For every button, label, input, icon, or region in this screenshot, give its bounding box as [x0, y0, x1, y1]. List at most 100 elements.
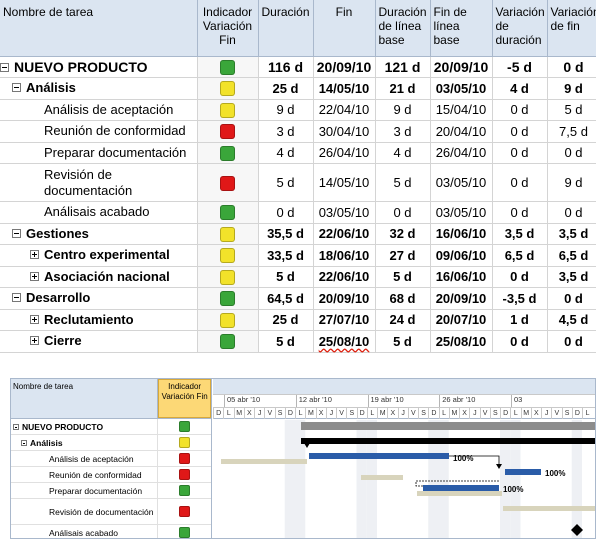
gantt-sheet-row[interactable]: Preparar documentación [11, 483, 211, 499]
task-name-cell[interactable]: Gestiones [0, 223, 198, 245]
duration-cell[interactable]: 33,5 d [258, 244, 314, 267]
duration-variance-cell[interactable]: -5 d [492, 56, 548, 78]
collapse-icon[interactable] [0, 62, 9, 72]
finish-cell[interactable]: 20/09/10 [313, 56, 376, 78]
table-row[interactable]: Análisais acabado 0 d 03/05/10 0 d 03/05/10 0… [0, 201, 596, 224]
duration-variance-cell[interactable]: 1 d [492, 309, 548, 331]
duration-cell[interactable]: 5 d [258, 163, 314, 202]
duration-cell[interactable]: 9 d [258, 99, 314, 121]
task-name-cell[interactable]: Análisais acabado [0, 201, 198, 224]
baseline-duration-cell[interactable]: 9 d [375, 99, 431, 121]
baseline-finish-cell[interactable]: 16/06/10 [430, 223, 493, 245]
collapse-icon[interactable] [12, 293, 21, 303]
baseline-finish-cell[interactable]: 25/08/10 [430, 330, 493, 353]
baseline-duration-cell[interactable]: 4 d [375, 142, 431, 164]
finish-cell[interactable]: 14/05/10 [313, 163, 376, 202]
gantt-sheet-row[interactable]: Revisión de documentación [11, 499, 211, 525]
baseline-finish-cell[interactable]: 16/06/10 [430, 266, 493, 288]
gantt-chart-area[interactable]: 05 abr '10 12 abr '10 19 abr '10 26 abr '10… [213, 379, 595, 538]
col-header-baseline-finish[interactable]: Fin de línea base [430, 0, 493, 57]
table-row[interactable]: Análisis 25 d 14/05/10 21 d 03/05/10 4 d9 d [0, 77, 596, 100]
finish-variance-cell[interactable]: 7,5 d [547, 120, 596, 143]
baseline-finish-cell[interactable]: 26/04/10 [430, 142, 493, 164]
finish-cell[interactable]: 25/08/10 [313, 330, 376, 353]
finish-cell[interactable]: 27/07/10 [313, 309, 376, 331]
table-row[interactable]: Gestiones 35,5 d 22/06/10 32 d 16/06/10 3,5 d… [0, 223, 596, 245]
duration-variance-cell[interactable]: 0 d [492, 99, 548, 121]
gantt-sheet-row[interactable]: Análisis [11, 435, 211, 451]
duration-variance-cell[interactable]: 0 d [492, 142, 548, 164]
finish-variance-cell[interactable]: 4,5 d [547, 309, 596, 331]
duration-cell[interactable]: 5 d [258, 330, 314, 353]
expand-icon[interactable] [30, 250, 39, 260]
table-row[interactable]: Desarrollo 64,5 d 20/09/10 68 d 20/09/10 -3,5… [0, 287, 596, 310]
finish-cell[interactable]: 22/06/10 [313, 223, 376, 245]
baseline-duration-cell[interactable]: 27 d [375, 244, 431, 267]
baseline-duration-cell[interactable]: 24 d [375, 309, 431, 331]
gantt-sheet-row[interactable]: Reunión de conformidad [11, 467, 211, 483]
task-name-cell[interactable]: Desarrollo [0, 287, 198, 310]
gantt-task-name-cell[interactable]: Análisis [11, 435, 159, 450]
col-header-finish[interactable]: Fin [313, 0, 376, 57]
finish-variance-cell[interactable]: 6,5 d [547, 244, 596, 267]
gantt-col-header-task-name[interactable]: Nombre de tarea [11, 379, 159, 418]
collapse-icon[interactable] [12, 228, 21, 238]
baseline-finish-cell[interactable]: 03/05/10 [430, 77, 493, 100]
baseline-duration-cell[interactable]: 121 d [375, 56, 431, 78]
finish-cell[interactable]: 22/06/10 [313, 266, 376, 288]
duration-variance-cell[interactable]: 4 d [492, 77, 548, 100]
finish-variance-cell[interactable]: 5 d [547, 99, 596, 121]
table-row[interactable]: Cierre 5 d 25/08/10 5 d 25/08/10 0 d0 d [0, 330, 596, 353]
table-row[interactable]: Análisis de aceptación 9 d 22/04/10 9 d 15/0… [0, 99, 596, 121]
task-name-cell[interactable]: Centro experimental [0, 244, 198, 267]
duration-variance-cell[interactable]: 0 d [492, 266, 548, 288]
gantt-task-name-cell[interactable]: Análisais acabado [11, 525, 159, 538]
duration-variance-cell[interactable]: 3,5 d [492, 223, 548, 245]
table-row[interactable]: Preparar documentación 4 d 26/04/10 4 d 26/0… [0, 142, 596, 164]
baseline-duration-cell[interactable]: 68 d [375, 287, 431, 310]
col-header-finish-variance[interactable]: Variación de fin [547, 0, 596, 57]
task-name-cell[interactable]: Cierre [0, 330, 198, 353]
col-header-task-name[interactable]: Nombre de tarea [0, 0, 198, 57]
task-name-cell[interactable]: Reclutamiento [0, 309, 198, 331]
task-name-cell[interactable]: Revisión de documentación [0, 163, 198, 202]
duration-variance-cell[interactable]: -3,5 d [492, 287, 548, 310]
duration-variance-cell[interactable]: 0 d [492, 330, 548, 353]
baseline-finish-cell[interactable]: 20/09/10 [430, 56, 493, 78]
collapse-icon[interactable] [12, 83, 21, 93]
expand-icon[interactable] [30, 271, 39, 281]
col-header-indicator[interactable]: Indicador Variación Fin [197, 0, 259, 57]
table-row[interactable]: Asociación nacional 5 d 22/06/10 5 d 16/06/1… [0, 266, 596, 288]
duration-cell[interactable]: 3 d [258, 120, 314, 143]
gantt-task-name-cell[interactable]: Análisis de aceptación [11, 451, 159, 466]
col-header-duration[interactable]: Duración [258, 0, 314, 57]
col-header-baseline-duration[interactable]: Duración de línea base [375, 0, 431, 57]
duration-cell[interactable]: 35,5 d [258, 223, 314, 245]
finish-variance-cell[interactable]: 3,5 d [547, 266, 596, 288]
task-name-cell[interactable]: Preparar documentación [0, 142, 198, 164]
finish-variance-cell[interactable]: 9 d [547, 163, 596, 202]
task-name-cell[interactable]: Reunión de conformidad [0, 120, 198, 143]
baseline-finish-cell[interactable]: 03/05/10 [430, 163, 493, 202]
duration-cell[interactable]: 25 d [258, 309, 314, 331]
gantt-task-name-cell[interactable]: Reunión de conformidad [11, 467, 159, 482]
duration-cell[interactable]: 64,5 d [258, 287, 314, 310]
baseline-duration-cell[interactable]: 5 d [375, 266, 431, 288]
collapse-icon[interactable] [21, 439, 27, 446]
gantt-task-name-cell[interactable]: NUEVO PRODUCTO [11, 419, 159, 434]
baseline-duration-cell[interactable]: 0 d [375, 201, 431, 224]
duration-variance-cell[interactable]: 0 d [492, 120, 548, 143]
gantt-col-header-indicator[interactable]: Indicador Variación Fin [158, 379, 211, 418]
finish-variance-cell[interactable]: 0 d [547, 142, 596, 164]
finish-cell[interactable]: 18/06/10 [313, 244, 376, 267]
table-row[interactable]: Revisión de documentación 5 d 14/05/10 5 d0… [0, 163, 596, 202]
baseline-finish-cell[interactable]: 20/09/10 [430, 287, 493, 310]
gantt-sheet-row[interactable]: NUEVO PRODUCTO [11, 419, 211, 435]
baseline-duration-cell[interactable]: 5 d [375, 163, 431, 202]
finish-cell[interactable]: 26/04/10 [313, 142, 376, 164]
table-row[interactable]: Centro experimental 33,5 d 18/06/10 27 d 09/… [0, 244, 596, 267]
baseline-duration-cell[interactable]: 32 d [375, 223, 431, 245]
table-row[interactable]: NUEVO PRODUCTO 116 d 20/09/10 121 d 20/09/10… [0, 56, 596, 78]
duration-cell[interactable]: 116 d [258, 56, 314, 78]
finish-cell[interactable]: 03/05/10 [313, 201, 376, 224]
